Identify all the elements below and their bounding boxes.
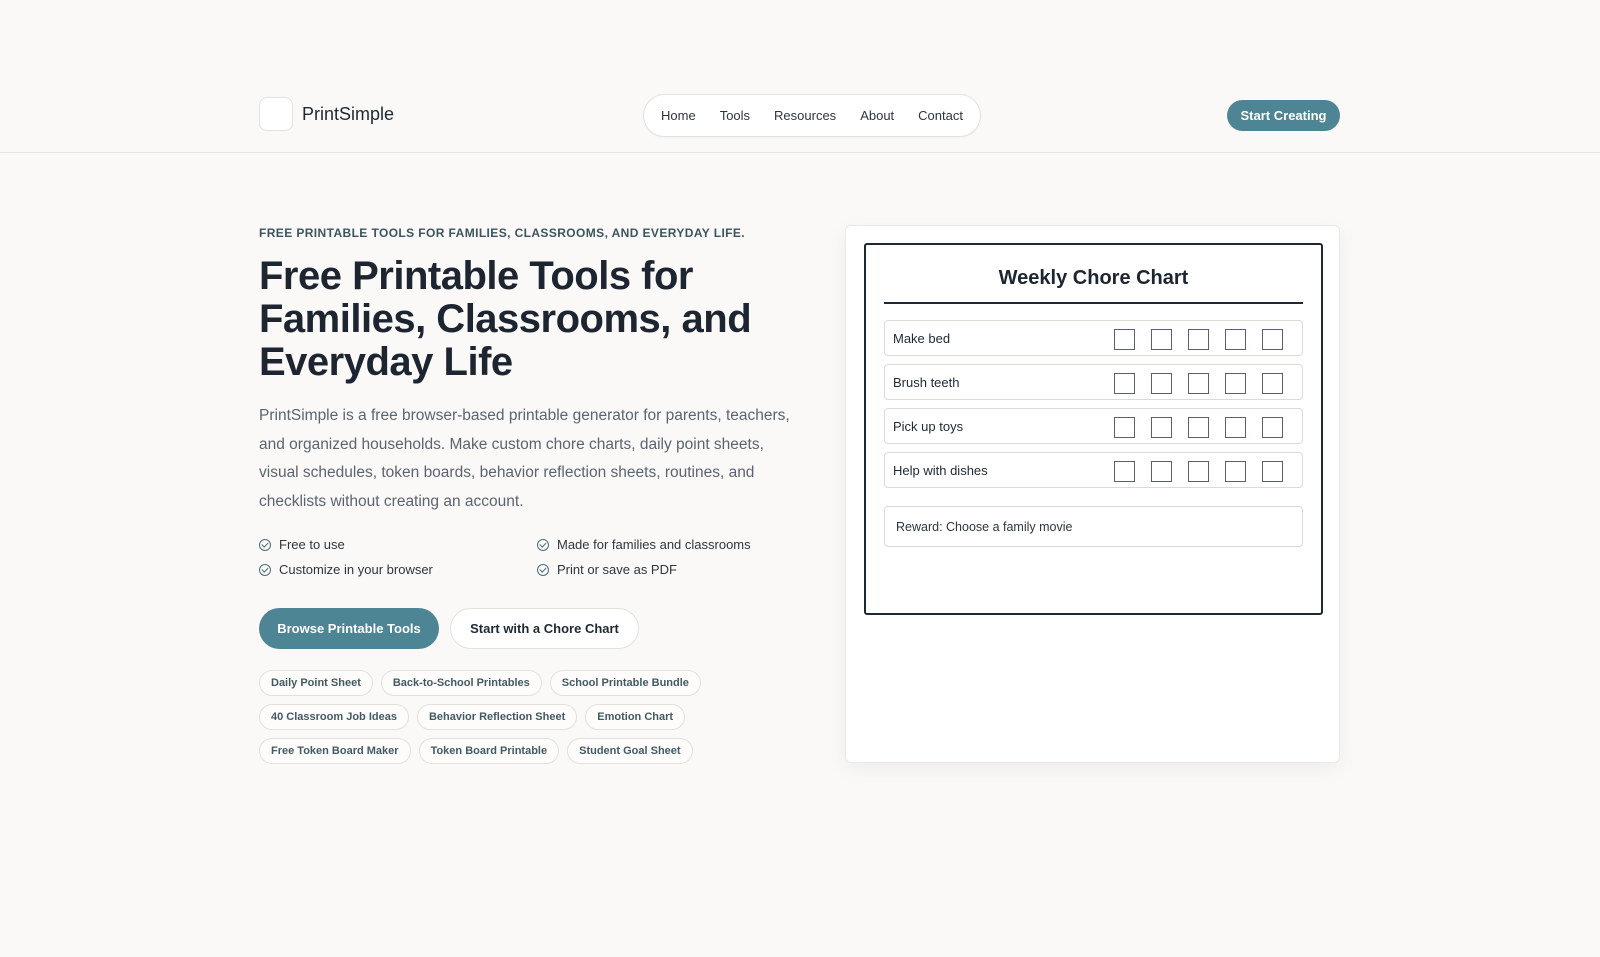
chore-label: Help with dishes: [893, 462, 988, 478]
browse-printable-tools-button[interactable]: Browse Printable Tools: [259, 608, 439, 649]
brand-name: PrintSimple: [302, 103, 395, 124]
chore-row: Pick up toys: [884, 408, 1303, 444]
chore-checkbox[interactable]: [1114, 461, 1135, 482]
chore-checkbox[interactable]: [1114, 373, 1135, 394]
chip-row: Daily Point Sheet Back-to-School Printab…: [259, 670, 759, 696]
nav-about[interactable]: About: [848, 108, 906, 123]
chore-checkbox[interactable]: [1188, 329, 1209, 350]
chip-row: 40 Classroom Job Ideas Behavior Reflecti…: [259, 704, 759, 730]
chip-behavior-reflection[interactable]: Behavior Reflection Sheet: [416, 704, 578, 730]
feature-list: Free to use Made for families and classr…: [259, 536, 819, 578]
chore-checkbox[interactable]: [1225, 329, 1246, 350]
chore-label: Make bed: [893, 330, 951, 346]
chip-token-board-printable[interactable]: Token Board Printable: [418, 738, 560, 764]
start-chore-chart-button[interactable]: Start with a Chore Chart: [450, 608, 639, 649]
chore-label: Pick up toys: [893, 418, 964, 434]
chore-checkbox[interactable]: [1151, 461, 1172, 482]
chip-school-bundle[interactable]: School Printable Bundle: [549, 670, 701, 696]
chore-checkbox[interactable]: [1188, 373, 1209, 394]
nav-tools[interactable]: Tools: [708, 108, 762, 123]
chore-checkboxes: [1114, 373, 1283, 394]
feature-item: Made for families and classrooms: [537, 536, 815, 553]
chore-checkbox[interactable]: [1151, 373, 1172, 394]
chore-checkbox[interactable]: [1151, 329, 1172, 350]
chip-classroom-job-ideas[interactable]: 40 Classroom Job Ideas: [259, 704, 409, 730]
quick-links: Daily Point Sheet Back-to-School Printab…: [259, 670, 759, 772]
chore-checkbox[interactable]: [1262, 329, 1283, 350]
site-header: PrintSimple Home Tools Resources About C…: [0, 0, 1600, 153]
check-circle-icon: [259, 538, 271, 551]
feature-label: Print or save as PDF: [557, 562, 677, 577]
chip-student-goal-sheet[interactable]: Student Goal Sheet: [567, 738, 693, 764]
chore-checkbox[interactable]: [1225, 373, 1246, 394]
chip-emotion-chart[interactable]: Emotion Chart: [585, 704, 686, 730]
feature-label: Customize in your browser: [279, 562, 433, 577]
chip-token-board-maker[interactable]: Free Token Board Maker: [259, 738, 411, 764]
nav-resources[interactable]: Resources: [762, 108, 848, 123]
brand[interactable]: PrintSimple: [259, 97, 394, 131]
chore-row: Brush teeth: [884, 364, 1303, 400]
hero-headline: Free Printable Tools for Families, Class…: [259, 254, 752, 384]
chore-checkbox[interactable]: [1188, 461, 1209, 482]
chore-checkbox[interactable]: [1225, 461, 1246, 482]
divider: [884, 302, 1303, 304]
chore-label: Brush teeth: [893, 374, 960, 390]
feature-item: Print or save as PDF: [537, 561, 815, 578]
chore-checkbox[interactable]: [1188, 417, 1209, 438]
check-circle-icon: [259, 563, 271, 576]
chore-checkbox[interactable]: [1225, 417, 1246, 438]
nav-home[interactable]: Home: [649, 108, 708, 123]
feature-label: Free to use: [279, 537, 345, 552]
chore-checkboxes: [1114, 329, 1283, 350]
main-nav: Home Tools Resources About Contact: [643, 94, 981, 137]
chore-checkbox[interactable]: [1262, 417, 1283, 438]
chore-checkboxes: [1114, 461, 1283, 482]
chore-checkboxes: [1114, 417, 1283, 438]
feature-item: Free to use: [259, 536, 537, 553]
chore-checkbox[interactable]: [1114, 329, 1135, 350]
chip-back-to-school[interactable]: Back-to-School Printables: [380, 670, 542, 696]
chore-chart-title: Weekly Chore Chart: [998, 267, 1189, 289]
check-circle-icon: [537, 563, 549, 576]
start-creating-button[interactable]: Start Creating: [1227, 100, 1340, 131]
nav-contact[interactable]: Contact: [906, 108, 975, 123]
feature-label: Made for families and classrooms: [557, 537, 751, 552]
hero-eyebrow: FREE PRINTABLE TOOLS FOR FAMILIES, CLASS…: [259, 226, 746, 240]
logo-icon: [259, 97, 293, 131]
chore-checkbox[interactable]: [1262, 461, 1283, 482]
reward-box: Reward: Choose a family movie: [884, 506, 1303, 547]
chore-row: Make bed: [884, 320, 1303, 356]
chore-checkbox[interactable]: [1262, 373, 1283, 394]
chore-checkbox[interactable]: [1151, 417, 1172, 438]
chore-chart-preview: Weekly Chore Chart Make bed Brush teeth: [864, 243, 1323, 615]
chore-row: Help with dishes: [884, 452, 1303, 488]
chip-daily-point-sheet[interactable]: Daily Point Sheet: [259, 670, 373, 696]
check-circle-icon: [537, 538, 549, 551]
chore-checkbox[interactable]: [1114, 417, 1135, 438]
hero-description: PrintSimple is a free browser-based prin…: [259, 407, 790, 510]
preview-card: Weekly Chore Chart Make bed Brush teeth: [845, 225, 1340, 763]
chip-row: Free Token Board Maker Token Board Print…: [259, 738, 759, 764]
feature-item: Customize in your browser: [259, 561, 537, 578]
